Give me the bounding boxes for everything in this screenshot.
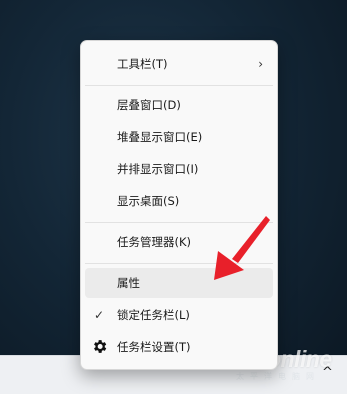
menu-item-label: 工具栏(T) — [117, 57, 168, 71]
menu-separator — [85, 263, 273, 264]
gear-icon — [94, 340, 107, 353]
menu-item-side-by-side[interactable]: 并排显示窗口(I) — [85, 154, 273, 184]
menu-item-lock-taskbar[interactable]: ✓ 锁定任务栏(L) — [85, 300, 273, 330]
menu-item-label: 显示桌面(S) — [117, 194, 180, 208]
menu-separator — [85, 222, 273, 223]
menu-item-taskbar-settings[interactable]: 任务栏设置(T) — [85, 332, 273, 362]
menu-item-label: 锁定任务栏(L) — [117, 308, 190, 322]
menu-item-label: 任务管理器(K) — [117, 235, 192, 249]
menu-item-properties[interactable]: 属性 — [85, 268, 273, 298]
menu-item-stack-windows[interactable]: 堆叠显示窗口(E) — [85, 122, 273, 152]
menu-item-label: 层叠窗口(D) — [117, 98, 181, 112]
watermark-subtitle: 太平洋电脑网 — [236, 372, 320, 381]
menu-separator — [85, 85, 273, 86]
chevron-right-icon: › — [258, 57, 263, 71]
menu-item-label: 属性 — [117, 276, 140, 290]
checkmark-icon: ✓ — [94, 308, 105, 322]
menu-item-toolbars[interactable]: 工具栏(T) › — [85, 49, 273, 79]
menu-item-show-desktop[interactable]: 显示桌面(S) — [85, 186, 273, 216]
menu-item-label: 堆叠显示窗口(E) — [117, 130, 203, 144]
taskbar-context-menu: 工具栏(T) › 层叠窗口(D) 堆叠显示窗口(E) 并排显示窗口(I) 显示桌… — [80, 40, 278, 370]
menu-item-task-manager[interactable]: 任务管理器(K) — [85, 227, 273, 257]
menu-item-cascade-windows[interactable]: 层叠窗口(D) — [85, 90, 273, 120]
menu-item-label: 并排显示窗口(I) — [117, 162, 199, 176]
menu-item-label: 任务栏设置(T) — [117, 340, 191, 354]
